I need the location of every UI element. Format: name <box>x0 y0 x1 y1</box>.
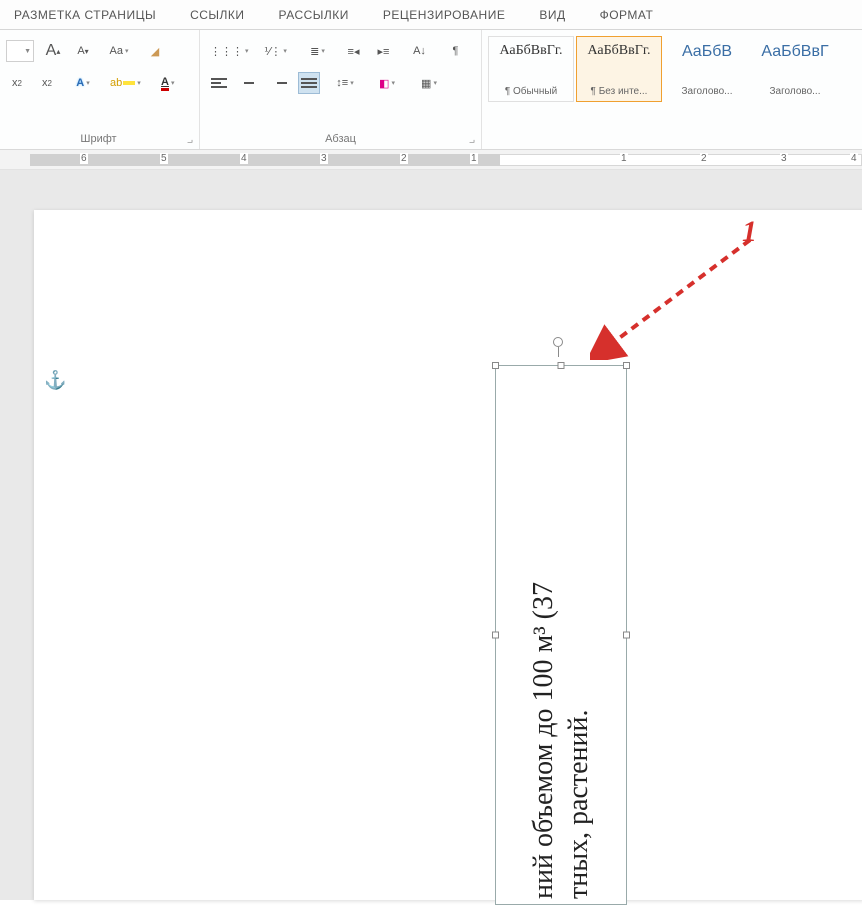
ruler-tick: 2 <box>700 153 708 164</box>
ruler-tick: 5 <box>160 153 168 164</box>
align-center-icon <box>241 78 257 88</box>
group-label-paragraph[interactable]: Абзац <box>208 133 473 147</box>
multilevel-button[interactable]: ≣▾ <box>301 40 335 62</box>
ruler-tick: 1 <box>470 153 478 164</box>
anchor-icon: ⚓ <box>44 370 66 391</box>
style-no-spacing[interactable]: АаБбВвГг. ¶ Без инте... <box>576 36 662 102</box>
bullets-button[interactable]: ⋮⋮⋮▾ <box>208 40 251 62</box>
increase-indent-button[interactable]: ▸≡ <box>373 40 395 62</box>
show-marks-button[interactable]: ¶ <box>445 40 467 62</box>
decrease-indent-button[interactable]: ≡◂ <box>343 40 365 62</box>
textbox[interactable]: ний объемом до 100 м³ (37 тных, растений… <box>495 365 627 905</box>
align-right-icon <box>271 78 287 88</box>
font-color-button[interactable]: A▾ <box>151 72 185 94</box>
sort-button[interactable]: A↓ <box>403 40 437 62</box>
textbox-content[interactable]: ний объемом до 100 м³ (37 тных, растений… <box>495 365 627 905</box>
style-preview: АаБбВвГг. <box>499 43 562 59</box>
ruler-tick: 3 <box>320 153 328 164</box>
horizontal-ruler[interactable]: 6 5 4 3 2 1 1 2 3 4 <box>0 150 862 170</box>
style-preview: АаБбВвГ <box>761 43 828 61</box>
clear-formatting-button[interactable]: ◢ <box>144 40 166 62</box>
style-normal[interactable]: АаБбВвГг. ¶ Обычный <box>488 36 574 102</box>
group-font: ▼ A▴ A▾ Aa▾ ◢ x2 x2 A▾ ab▾ A▾ Шрифт <box>0 30 200 149</box>
outdent-icon: ≡◂ <box>348 45 360 58</box>
align-left-icon <box>211 78 227 88</box>
tab-format[interactable]: ФОРМАТ <box>596 2 658 28</box>
borders-icon: ▦ <box>421 77 431 90</box>
bullets-icon: ⋮⋮⋮ <box>210 45 243 58</box>
annotation-number: 1 <box>742 215 757 249</box>
style-preview: АаБбВвГг. <box>587 43 650 59</box>
textbox-line: ний объемом до 100 м³ (37 <box>526 582 561 899</box>
align-justify-icon <box>301 78 317 88</box>
align-center-button[interactable] <box>238 72 260 94</box>
rotate-handle[interactable] <box>551 337 565 347</box>
indent-icon: ▸≡ <box>378 45 390 58</box>
ruler-tick: 3 <box>780 153 788 164</box>
ruler-tick: 4 <box>850 153 858 164</box>
font-size-box[interactable]: ▼ <box>6 40 34 62</box>
sort-icon: A↓ <box>413 45 426 57</box>
multilevel-icon: ≣ <box>310 45 319 58</box>
ruler-tick: 1 <box>620 153 628 164</box>
subscript-button[interactable]: x2 <box>6 72 28 94</box>
document-area: ⚓ ний объемом до 100 м³ (37 тных, растен… <box>0 170 862 900</box>
group-paragraph: ⋮⋮⋮▾ ⅟⋮▾ ≣▾ ≡◂ ▸≡ A↓ ¶ ↕≡▾ ◧▾ ▦▾ Абзац <box>200 30 482 149</box>
borders-button[interactable]: ▦▾ <box>412 72 446 94</box>
highlight-button[interactable]: ab▾ <box>108 72 143 94</box>
increase-font-button[interactable]: A▴ <box>42 40 64 62</box>
line-spacing-button[interactable]: ↕≡▾ <box>328 72 362 94</box>
group-label-font[interactable]: Шрифт <box>6 133 191 147</box>
rotate-icon <box>553 337 563 347</box>
textbox-wrap: ний объемом до 100 м³ (37 тных, растений… <box>495 365 627 905</box>
pilcrow-icon: ¶ <box>453 45 459 57</box>
style-name: ¶ Без инте... <box>579 86 659 97</box>
shading-button[interactable]: ◧▾ <box>370 72 404 94</box>
style-name: Заголово... <box>667 86 747 97</box>
style-preview: АаБбВ <box>682 43 732 61</box>
tab-mailings[interactable]: РАССЫЛКИ <box>275 2 353 28</box>
eraser-icon: ◢ <box>151 45 159 58</box>
style-name: ¶ Обычный <box>491 86 571 97</box>
tab-review[interactable]: РЕЦЕНЗИРОВАНИЕ <box>379 2 509 28</box>
ruler-tick: 6 <box>80 153 88 164</box>
ribbon: ▼ A▴ A▾ Aa▾ ◢ x2 x2 A▾ ab▾ A▾ Шрифт ⋮⋮⋮▾… <box>0 30 862 150</box>
align-left-button[interactable] <box>208 72 230 94</box>
ribbon-tabs: РАЗМЕТКА СТРАНИЦЫ ССЫЛКИ РАССЫЛКИ РЕЦЕНЗ… <box>0 0 862 30</box>
tab-view[interactable]: ВИД <box>535 2 569 28</box>
tab-references[interactable]: ССЫЛКИ <box>186 2 248 28</box>
align-justify-button[interactable] <box>298 72 320 94</box>
shading-icon: ◧ <box>379 77 389 90</box>
change-case-button[interactable]: Aa▾ <box>102 40 136 62</box>
ruler-tick: 2 <box>400 153 408 164</box>
highlight-icon: ab <box>110 77 122 89</box>
text-effects-button[interactable]: A▾ <box>66 72 100 94</box>
numbering-button[interactable]: ⅟⋮▾ <box>259 40 293 62</box>
align-right-button[interactable] <box>268 72 290 94</box>
style-heading2[interactable]: АаБбВвГ Заголово... <box>752 36 838 102</box>
style-name: Заголово... <box>755 86 835 97</box>
superscript-button[interactable]: x2 <box>36 72 58 94</box>
page[interactable] <box>34 210 862 900</box>
numbering-icon: ⅟⋮ <box>264 45 281 58</box>
ruler-tick: 4 <box>240 153 248 164</box>
style-heading1[interactable]: АаБбВ Заголово... <box>664 36 750 102</box>
textbox-line: тных, растений. <box>561 709 596 899</box>
group-styles: АаБбВвГг. ¶ Обычный АаБбВвГг. ¶ Без инте… <box>482 30 862 149</box>
decrease-font-button[interactable]: A▾ <box>72 40 94 62</box>
line-spacing-icon: ↕≡ <box>336 77 348 89</box>
tab-page-layout[interactable]: РАЗМЕТКА СТРАНИЦЫ <box>10 2 160 28</box>
